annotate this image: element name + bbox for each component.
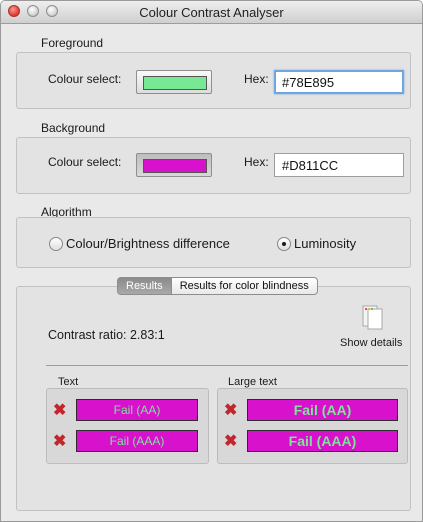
background-section-label: Background (41, 121, 106, 135)
app-window: Colour Contrast Analyser Foreground Colo… (0, 0, 423, 522)
radio-luminosity-label[interactable]: Luminosity (294, 236, 356, 251)
text-aaa-result: Fail (AAA) (76, 430, 198, 452)
foreground-hex-input[interactable] (274, 70, 404, 94)
foreground-colour-well[interactable] (136, 70, 212, 94)
results-tabs: Results Results for color blindness (117, 277, 318, 295)
background-swatch (143, 159, 207, 173)
contrast-ratio: Contrast ratio: 2.83:1 (48, 328, 165, 342)
window-title: Colour Contrast Analyser (139, 5, 284, 20)
text-aa-result: Fail (AA) (76, 399, 198, 421)
title-bar: Colour Contrast Analyser (1, 1, 422, 24)
foreground-swatch (143, 76, 207, 90)
fail-x-icon: ✖ (53, 433, 67, 450)
results-divider (46, 365, 408, 366)
fail-x-icon: ✖ (224, 402, 238, 419)
fail-x-icon: ✖ (224, 433, 238, 450)
radio-colour-brightness-label[interactable]: Colour/Brightness difference (66, 236, 230, 251)
background-hex-input[interactable] (274, 153, 404, 177)
background-hex-label: Hex: (244, 155, 269, 169)
text-group-label: Text (58, 376, 79, 388)
tab-results-color-blindness[interactable]: Results for color blindness (171, 277, 318, 295)
large-text-group-label: Large text (228, 376, 277, 388)
radio-luminosity[interactable] (277, 237, 291, 251)
background-colour-select-label: Colour select: (48, 155, 122, 169)
foreground-hex-label: Hex: (244, 72, 269, 86)
foreground-colour-select-label: Colour select: (48, 72, 122, 86)
show-details-label[interactable]: Show details (340, 337, 402, 349)
show-details-icon[interactable] (352, 302, 392, 332)
fail-x-icon: ✖ (53, 402, 67, 419)
tab-results[interactable]: Results (117, 277, 172, 295)
radio-colour-brightness[interactable] (49, 237, 63, 251)
large-text-aa-result: Fail (AA) (247, 399, 398, 421)
large-text-aaa-result: Fail (AAA) (247, 430, 398, 452)
background-colour-well[interactable] (136, 153, 212, 177)
foreground-section-label: Foreground (41, 36, 104, 50)
